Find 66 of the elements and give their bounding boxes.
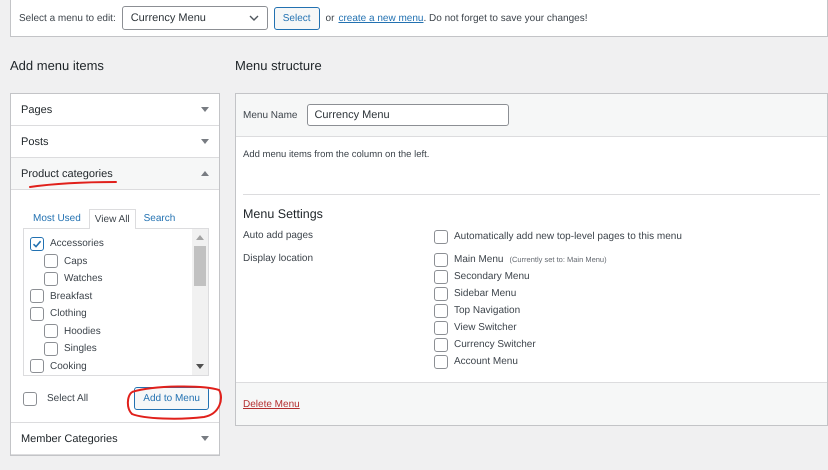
- checkbox-label: Main Menu: [454, 254, 504, 265]
- section-heading: Add menu items: [10, 56, 105, 74]
- checkbox-label: Singles: [64, 343, 97, 354]
- chevron-down-icon: [248, 15, 259, 21]
- checkbox-label: View Switcher: [454, 322, 517, 333]
- arrow-up-icon: [196, 235, 204, 240]
- setting-label: Auto add pages: [243, 229, 314, 243]
- checkbox-label: Cooking: [50, 360, 87, 372]
- field-label: Select a menu to edit:: [19, 12, 116, 24]
- checkbox[interactable]: [434, 230, 448, 244]
- or-text: or: [326, 12, 334, 24]
- scrollbar-thumb[interactable]: [194, 246, 206, 286]
- instruction-text: Add menu items from the column on the left.: [243, 149, 430, 162]
- add-to-menu-button[interactable]: Add to Menu: [134, 387, 209, 410]
- checkbox-label: Watches: [64, 273, 103, 284]
- checkbox-label: Breakfast: [50, 290, 92, 302]
- checkbox[interactable]: [23, 392, 37, 406]
- checkbox-label: Secondary Menu: [454, 271, 530, 282]
- scrollbar[interactable]: [192, 229, 208, 375]
- checkbox[interactable]: [434, 320, 448, 334]
- checkbox-label: Caps: [64, 256, 88, 267]
- checkbox-label: Top Navigation: [454, 305, 520, 316]
- delete-menu-link[interactable]: Delete Menu: [243, 398, 300, 410]
- section-heading: Menu structure: [235, 56, 323, 74]
- tab[interactable]: Search: [138, 208, 182, 228]
- checkbox-label: Automatically add new top-level pages to this menu: [454, 231, 682, 242]
- checkbox[interactable]: [434, 338, 448, 352]
- create-menu-link[interactable]: create a new menu: [338, 12, 424, 24]
- checkbox-label: Hoodies: [64, 326, 101, 337]
- checkbox[interactable]: [44, 324, 58, 338]
- checkbox-label: Accessories: [50, 238, 104, 250]
- checkbox[interactable]: [434, 270, 448, 284]
- checkmark-icon: [32, 238, 42, 249]
- checkbox[interactable]: [30, 236, 44, 251]
- checkbox-label: Currency Switcher: [454, 339, 536, 350]
- checkbox[interactable]: [434, 354, 448, 368]
- setting-label: Display location: [243, 252, 314, 266]
- settings-heading: Menu Settings: [243, 207, 324, 221]
- tab[interactable]: Most Used: [27, 208, 87, 228]
- field-label: Menu Name: [243, 110, 298, 120]
- triangle-up-icon: [201, 171, 209, 176]
- checkbox[interactable]: [30, 289, 44, 304]
- accordion-header[interactable]: Product categories: [11, 158, 219, 190]
- checkbox[interactable]: [44, 272, 58, 286]
- menu-select[interactable]: Currency Menu: [122, 6, 268, 30]
- tab[interactable]: View All: [88, 209, 136, 229]
- checkbox[interactable]: [434, 286, 448, 300]
- triangle-down-icon: [201, 107, 209, 112]
- checkbox[interactable]: [434, 252, 448, 266]
- menu-name-field[interactable]: Currency Menu: [307, 104, 510, 126]
- checkbox[interactable]: [44, 254, 58, 268]
- accordion-header[interactable]: Pages: [11, 94, 219, 126]
- checkbox[interactable]: [30, 359, 44, 374]
- arrow-down-icon: [196, 364, 204, 369]
- checkbox[interactable]: [30, 306, 44, 321]
- checkbox-label: Account Menu: [454, 356, 518, 367]
- checkbox-label: Clothing: [50, 308, 87, 320]
- checkbox-label: Select All: [47, 393, 88, 404]
- instruction-text: create a new menu. Do not forget to save your changes!: [338, 12, 588, 24]
- select-button[interactable]: Select: [274, 6, 320, 30]
- triangle-down-icon: [201, 436, 209, 441]
- checkbox[interactable]: [44, 342, 58, 356]
- accordion-header[interactable]: Member Categories: [11, 423, 219, 455]
- checkbox-label: Sidebar Menu: [454, 288, 516, 299]
- triangle-down-icon: [201, 139, 209, 144]
- checkbox[interactable]: [434, 304, 448, 318]
